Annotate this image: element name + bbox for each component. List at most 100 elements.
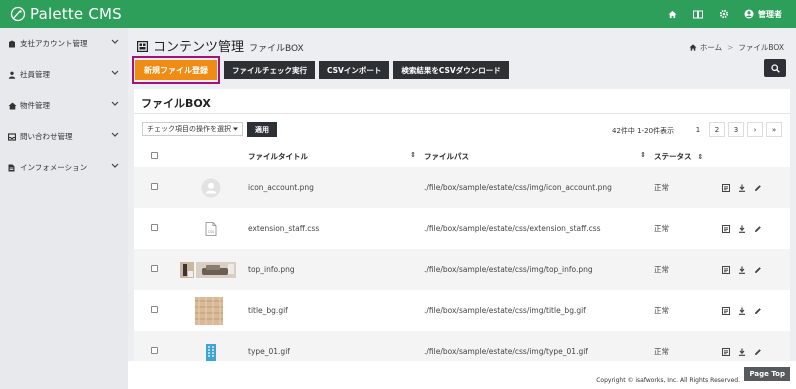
row-checkbox[interactable]: [151, 224, 158, 231]
footer: Copyright © isafworks, Inc. All Rights R…: [128, 361, 796, 389]
download-icon[interactable]: [738, 307, 746, 315]
edit-pencil-icon[interactable]: [754, 307, 762, 315]
apply-button[interactable]: 適用: [247, 122, 277, 137]
sidebar-item-staff[interactable]: 社員管理: [0, 59, 128, 90]
file-status: 正常: [654, 306, 669, 315]
next-page-button[interactable]: ›: [747, 122, 763, 137]
divider: [134, 113, 790, 114]
column-header-status[interactable]: ステータス ⇕: [654, 146, 722, 167]
row-checkbox[interactable]: [151, 347, 158, 354]
row-checkbox[interactable]: [151, 183, 158, 190]
chevron-down-icon: [111, 132, 119, 137]
table-header-row: ファイルタイトル ⇕ ファイルパス ⇕ ステータス ⇕: [134, 146, 790, 167]
row-checkbox[interactable]: [151, 306, 158, 313]
svg-text:CSS: CSS: [208, 230, 214, 234]
csv-import-button[interactable]: CSVインポート: [319, 61, 390, 79]
chevron-down-icon: [111, 70, 119, 75]
details-icon[interactable]: [722, 265, 730, 274]
details-icon[interactable]: [722, 183, 730, 192]
new-file-button[interactable]: 新規ファイル登録: [135, 60, 217, 80]
download-icon[interactable]: [738, 225, 746, 233]
file-check-button[interactable]: ファイルチェック実行: [224, 61, 315, 79]
file-status: 正常: [654, 167, 722, 208]
file-table: ファイルタイトル ⇕ ファイルパス ⇕ ステータス ⇕ icon_account.pn…: [134, 146, 790, 372]
user-name: 管理者: [758, 9, 782, 19]
select-all-checkbox[interactable]: [151, 152, 158, 159]
top-bar: Palette CMS 管理者: [0, 0, 796, 28]
sort-icon[interactable]: ⇕: [698, 153, 704, 161]
download-icon[interactable]: [738, 184, 746, 192]
bulk-action-select[interactable]: チェック項目の操作を選択: [142, 122, 243, 136]
photo-thumbnail[interactable]: [180, 255, 236, 285]
account-thumbnail[interactable]: [196, 173, 226, 203]
edit-pencil-icon[interactable]: [754, 266, 762, 274]
column-header-title[interactable]: ファイルタイトル ⇕: [248, 146, 424, 167]
book-icon[interactable]: [692, 8, 704, 20]
file-title: top_info.png: [248, 249, 424, 290]
page-title-sub: ファイルBOX: [249, 44, 304, 54]
row-checkbox[interactable]: [151, 265, 158, 272]
home-icon[interactable]: [666, 8, 678, 20]
chevron-down-icon: [111, 39, 119, 44]
edit-pencil-icon[interactable]: [754, 225, 762, 233]
sidebar-item-label: 物件管理: [20, 101, 50, 110]
gear-icon[interactable]: [718, 8, 730, 20]
user-circle-icon: [744, 9, 754, 19]
table-row: title_bg.gif ./file/box/sample/estate/cs…: [134, 290, 790, 331]
home-icon: [689, 44, 697, 51]
sidebar-item-information[interactable]: インフォメーション: [0, 152, 128, 183]
sidebar: 支社アカウント管理 社員管理 物件管理 問い合わせ管理 インフォメーション: [0, 28, 128, 389]
sort-icon[interactable]: ⇕: [410, 151, 416, 159]
chevron-down-icon: [111, 163, 119, 168]
sidebar-item-inquiries[interactable]: 問い合わせ管理: [0, 121, 128, 152]
page-top-button[interactable]: Page Top: [744, 367, 790, 381]
edit-pencil-icon[interactable]: [754, 348, 762, 356]
grid-icon: [137, 41, 148, 52]
page-2-button[interactable]: 2: [709, 122, 725, 137]
palette-logo-icon: [10, 6, 26, 22]
csv-download-button[interactable]: 検索結果をCSVダウンロード: [393, 61, 509, 79]
page-1-button[interactable]: 1: [690, 122, 706, 137]
css-file-thumbnail[interactable]: CSS: [196, 214, 226, 244]
file-title: icon_account.png: [248, 167, 424, 208]
file-status: 正常: [654, 249, 722, 290]
edit-pencil-icon[interactable]: [754, 184, 762, 192]
sidebar-item-label: インフォメーション: [20, 163, 88, 172]
breadcrumb-home-link[interactable]: ホーム: [700, 42, 722, 53]
search-button[interactable]: [764, 59, 786, 77]
table-row: icon_account.png ./file/box/sample/estat…: [134, 167, 790, 208]
sidebar-item-label: 社員管理: [20, 70, 50, 79]
page-3-button[interactable]: 3: [728, 122, 744, 137]
app-logo[interactable]: Palette CMS: [10, 5, 122, 23]
user-menu[interactable]: 管理者: [744, 9, 782, 20]
panel-title: ファイルBOX: [141, 97, 211, 110]
main-content: コンテンツ管理 ファイルBOX ホーム > ファイルBOX 新規ファイル登録 フ…: [128, 28, 796, 389]
bulk-actions: チェック項目の操作を選択 適用: [142, 122, 277, 137]
highlight-frame: 新規ファイル登録: [132, 56, 220, 84]
column-header-path[interactable]: ファイルパス ⇕: [424, 146, 654, 167]
page-title-main: コンテンツ管理: [153, 40, 245, 55]
details-icon[interactable]: [722, 306, 730, 315]
sort-icon[interactable]: ⇕: [640, 151, 646, 159]
result-range: 42件中 1-20件表示: [612, 127, 675, 135]
app-name: Palette CMS: [30, 5, 122, 23]
breadcrumb-separator: >: [727, 43, 734, 52]
file-title: title_bg.gif: [248, 306, 288, 315]
sidebar-item-branch-accounts[interactable]: 支社アカウント管理: [0, 28, 128, 59]
sidebar-item-label: 問い合わせ管理: [20, 132, 73, 141]
pattern-thumbnail[interactable]: [194, 296, 224, 326]
inbox-icon: [8, 132, 17, 141]
search-icon: [770, 63, 780, 73]
house-icon: [8, 101, 17, 110]
download-icon[interactable]: [738, 266, 746, 274]
details-icon[interactable]: [722, 347, 730, 356]
pagination: 1 2 3 › »: [690, 122, 782, 137]
details-icon[interactable]: [722, 224, 730, 233]
download-icon[interactable]: [738, 348, 746, 356]
last-page-button[interactable]: »: [766, 122, 782, 137]
sidebar-item-properties[interactable]: 物件管理: [0, 90, 128, 121]
caret-down-icon: [233, 127, 238, 131]
breadcrumb: ホーム > ファイルBOX: [689, 42, 784, 53]
copyright-text: Copyright © isafworks, Inc. All Rights R…: [596, 377, 740, 384]
table-row: CSS extension_staff.css ./file/box/sampl…: [134, 208, 790, 249]
